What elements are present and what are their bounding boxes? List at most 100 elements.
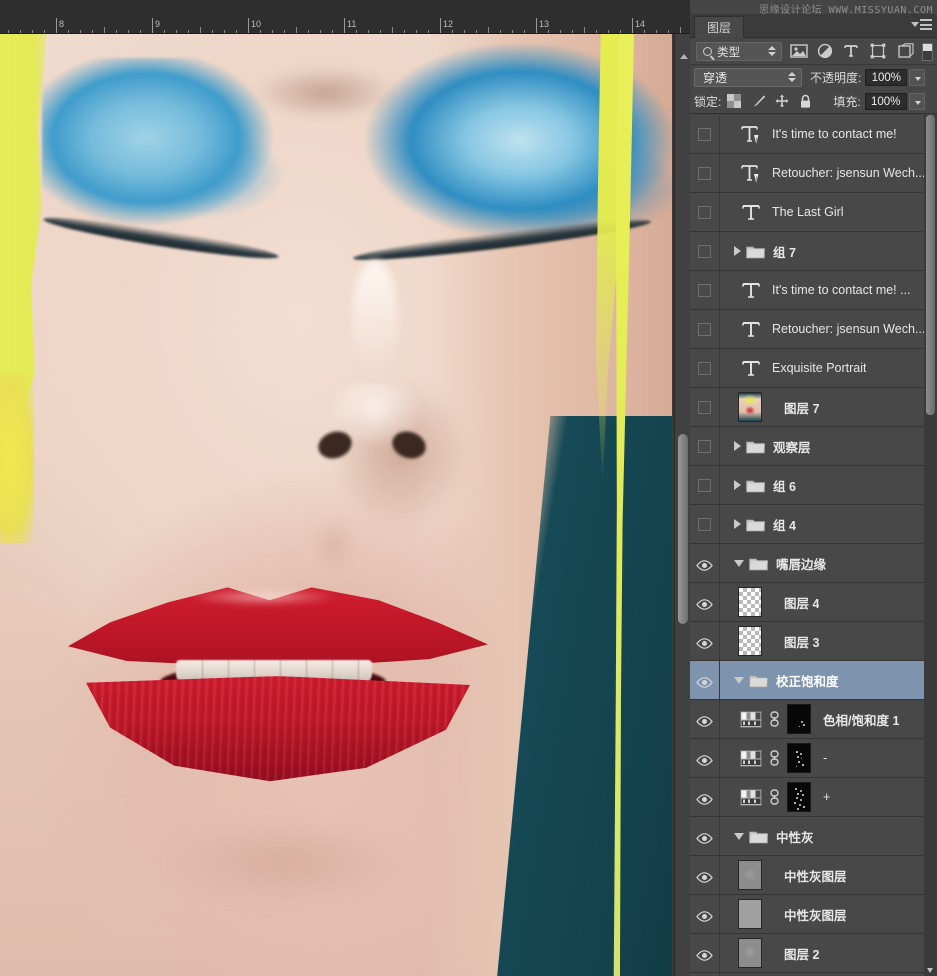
canvas-vertical-scrollbar[interactable] [674,34,690,976]
layer-visibility-eye-icon[interactable] [696,753,713,766]
layer-visibility-checkbox[interactable] [698,244,711,258]
layer-visibility-checkbox[interactable] [698,205,711,219]
hue-saturation-adjustment-icon[interactable] [740,788,762,806]
layer-thumbnail[interactable] [738,899,762,929]
layer-name[interactable]: 图层 2 [784,944,819,963]
layer-row[interactable]: 观察层 [690,427,937,466]
chevron-right-icon[interactable] [734,480,741,490]
layer-name[interactable]: 组 7 [773,242,796,261]
layer-row[interactable]: 图层 2 [690,934,937,973]
layer-row[interactable]: Retoucher: jsensun Wech... [690,310,937,349]
shape-filter-icon[interactable] [870,43,890,61]
layer-thumbnail[interactable] [738,392,762,422]
lock-all-icon[interactable] [799,94,817,110]
layer-row[interactable]: Exquisite Portrait [690,349,937,388]
layer-row[interactable]: ! Retoucher: jsensun Wech... [690,154,937,193]
document-artboard[interactable] [0,34,672,976]
tab-layers[interactable]: 图层 [694,16,745,38]
text-filter-icon[interactable] [843,43,863,61]
chevron-right-icon[interactable] [734,441,741,451]
mask-link-icon[interactable] [769,711,780,727]
layer-name[interactable]: 组 4 [773,515,796,534]
layer-thumbnail[interactable] [738,860,762,890]
fill-value[interactable]: 100% [864,93,907,110]
layer-row[interactable]: 校正饱和度 [690,661,937,700]
layer-name[interactable]: Retoucher: jsensun Wech... [772,322,925,336]
layer-row[interactable]: The Last Girl [690,193,937,232]
layer-row[interactable]: 嘴唇边缘 [690,544,937,583]
layer-visibility-eye-icon[interactable] [696,675,713,688]
layer-visibility-eye-icon[interactable] [696,909,713,922]
fill-dropdown-icon[interactable] [908,93,925,110]
lock-image-pixels-icon[interactable] [751,94,769,110]
lock-position-icon[interactable] [775,94,793,110]
layer-visibility-checkbox[interactable] [698,439,711,453]
layer-visibility-checkbox[interactable] [698,127,711,141]
layer-row[interactable]: 组 7 [690,232,937,271]
mask-link-icon[interactable] [769,789,780,805]
opacity-value[interactable]: 100% [865,69,908,86]
chevron-right-icon[interactable] [734,519,741,529]
layer-thumbnail[interactable] [738,626,762,656]
canvas-area[interactable]: 8 9 10 11 12 13 14 [0,0,690,976]
layer-row[interactable]: 组 4 [690,505,937,544]
layer-name[interactable]: 色相/饱和度 1 [823,710,899,729]
layer-mask-thumbnail[interactable] [787,743,811,773]
smartobject-filter-icon[interactable] [897,42,917,61]
filter-type-select[interactable]: 类型 [696,42,782,61]
layer-name[interactable]: 中性灰图层 [784,866,847,885]
layer-visibility-checkbox[interactable] [698,283,711,297]
layer-row[interactable]: 图层 4 [690,583,937,622]
lock-transparent-pixels-icon[interactable] [727,93,745,110]
layer-visibility-eye-icon[interactable] [696,870,713,883]
adjustment-filter-icon[interactable] [816,43,836,61]
layer-name[interactable]: Retoucher: jsensun Wech... [772,166,925,180]
scroll-down-arrow-icon[interactable] [927,968,933,973]
layer-name[interactable]: 校正饱和度 [776,671,839,690]
layer-row[interactable]: 组 6 [690,466,937,505]
horizontal-ruler[interactable]: 8 9 10 11 12 13 14 [0,18,690,34]
chevron-down-icon[interactable] [734,832,744,840]
layer-visibility-checkbox[interactable] [698,322,711,336]
layer-row[interactable]: + [690,778,937,817]
chevron-updown-icon[interactable] [788,72,796,82]
layer-name[interactable]: It's time to contact me! ... [772,283,911,297]
layer-row[interactable]: ! It's time to contact me! [690,115,937,154]
layer-thumbnail[interactable] [738,587,762,617]
layer-row[interactable]: 中性灰 [690,817,937,856]
mask-link-icon[interactable] [769,750,780,766]
layer-visibility-eye-icon[interactable] [696,792,713,805]
layer-visibility-eye-icon[interactable] [696,948,713,961]
panel-menu-icon[interactable] [911,19,932,33]
layer-name[interactable]: 组 6 [773,476,796,495]
layer-row[interactable]: 中性灰图层 [690,856,937,895]
layer-visibility-checkbox[interactable] [698,361,711,375]
layer-visibility-checkbox[interactable] [698,166,711,180]
layer-visibility-checkbox[interactable] [698,478,711,492]
layer-row[interactable]: It's time to contact me! ... [690,271,937,310]
layer-name[interactable]: 观察层 [773,437,811,456]
layer-name[interactable]: 图层 4 [784,593,819,612]
layer-name[interactable]: It's time to contact me! [772,127,897,141]
layer-name[interactable]: Exquisite Portrait [772,361,866,375]
scroll-up-arrow-icon[interactable] [680,54,688,59]
layer-mask-thumbnail[interactable] [787,704,811,734]
layer-visibility-eye-icon[interactable] [696,597,713,610]
layer-visibility-eye-icon[interactable] [696,714,713,727]
layer-visibility-checkbox[interactable] [698,400,711,414]
canvas-scroll-thumb[interactable] [678,434,688,624]
blend-mode-select[interactable]: 穿透 [694,68,802,87]
chevron-right-icon[interactable] [734,246,741,256]
layer-row[interactable]: - [690,739,937,778]
image-filter-icon[interactable] [789,43,809,61]
opacity-dropdown-icon[interactable] [909,69,926,86]
hue-saturation-adjustment-icon[interactable] [740,710,762,728]
chevron-updown-icon[interactable] [768,46,776,56]
layer-thumbnail[interactable] [738,938,762,968]
layer-name[interactable]: - [823,751,827,765]
layer-name[interactable]: 中性灰图层 [784,905,847,924]
layer-list[interactable]: ! It's time to contact me!! Retoucher: jse… [690,115,937,976]
filter-toggle-switch[interactable] [922,43,933,61]
layer-row[interactable]: 色相/饱和度 1 [690,700,937,739]
layer-visibility-checkbox[interactable] [698,517,711,531]
